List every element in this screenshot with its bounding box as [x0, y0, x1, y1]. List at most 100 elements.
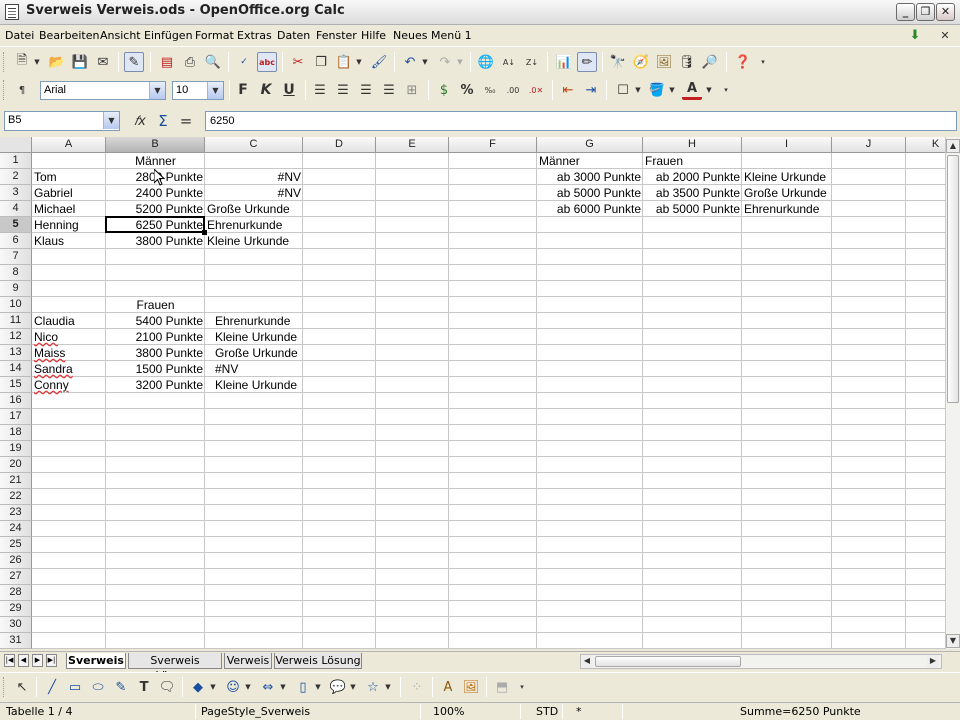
new-dropdown-icon[interactable]: ▼ [33, 52, 41, 72]
cell-g4[interactable]: ab 6000 Punkte [537, 201, 643, 217]
extrusion-icon[interactable]: ⬒ [492, 677, 512, 697]
cell-c11[interactable]: Ehrenurkunde [205, 313, 303, 329]
symbol-shapes-dropdown-icon[interactable]: ▼ [244, 677, 252, 697]
spreadsheet-grid[interactable]: A B C D E F G H I J K 1 2 3 4 5 6 7 8 9 10 11 12 13 14 15 16 17 18 19… [0, 137, 945, 649]
cell-c15[interactable]: Kleine Urkunde [205, 377, 303, 393]
close-button[interactable]: ✕ [936, 3, 955, 21]
chevron-down-icon[interactable]: ▼ [149, 82, 165, 99]
column-header-k[interactable]: K [906, 137, 945, 153]
fontwork-icon[interactable]: A [438, 677, 458, 697]
borders-icon[interactable]: ☐ [613, 80, 633, 100]
row-header-12[interactable]: 12 [0, 329, 32, 345]
scroll-down-icon[interactable]: ▼ [946, 634, 960, 648]
cell-g2[interactable]: ab 3000 Punkte [537, 169, 643, 185]
callouts-icon[interactable]: 💬 [328, 677, 348, 697]
row-header-30[interactable]: 30 [0, 617, 32, 633]
background-dropdown-icon[interactable]: ▼ [668, 80, 676, 100]
row-header-7[interactable]: 7 [0, 249, 32, 265]
menu-neues-menu[interactable]: Neues Menü 1 [393, 29, 472, 42]
row-header-14[interactable]: 14 [0, 361, 32, 377]
export-pdf-icon[interactable]: ▤ [157, 52, 177, 72]
copy-icon[interactable]: ❐ [311, 52, 331, 72]
cell-a5[interactable]: Henning [32, 217, 106, 233]
column-header-j[interactable]: J [832, 137, 906, 153]
new-document-icon[interactable]: 🗎 [12, 52, 32, 72]
row-header-16[interactable]: 16 [0, 393, 32, 409]
row-header-5[interactable]: 5 [0, 217, 32, 233]
find-replace-icon[interactable]: 🔭 [608, 52, 628, 72]
increase-indent-icon[interactable]: ⇥ [581, 80, 601, 100]
cell-a14[interactable]: Sandra [32, 361, 106, 377]
font-size-combo[interactable]: 10 ▼ [172, 81, 224, 100]
row-header-8[interactable]: 8 [0, 265, 32, 281]
cell-c5[interactable]: Ehrenurkunde [205, 217, 303, 233]
menu-extras[interactable]: Extras [237, 29, 272, 42]
fill-handle[interactable] [202, 230, 207, 235]
cell-c12[interactable]: Kleine Urkunde [205, 329, 303, 345]
flowchart-icon[interactable]: ▯ [293, 677, 313, 697]
basic-shapes-icon[interactable]: ◆ [188, 677, 208, 697]
row-header-26[interactable]: 26 [0, 553, 32, 569]
background-color-icon[interactable]: 🪣 [647, 80, 667, 100]
cell-b4[interactable]: 5200 Punkte [106, 201, 205, 217]
cell-h2[interactable]: ab 2000 Punkte [643, 169, 742, 185]
add-decimal-icon[interactable]: .00 [503, 80, 523, 100]
rectangle-tool-icon[interactable]: ▭ [65, 677, 85, 697]
row-header-22[interactable]: 22 [0, 489, 32, 505]
basic-shapes-dropdown-icon[interactable]: ▼ [209, 677, 217, 697]
toolbar-options-icon[interactable]: ▾ [518, 677, 526, 697]
currency-format-icon[interactable]: $ [434, 80, 454, 100]
row-header-11[interactable]: 11 [0, 313, 32, 329]
show-draw-functions-icon[interactable]: ✏ [577, 52, 597, 72]
cell-b14[interactable]: 1500 Punkte [106, 361, 205, 377]
cell-g1[interactable]: Männer [537, 153, 643, 169]
toolbar-options-icon[interactable]: ▾ [722, 80, 730, 100]
help-icon[interactable]: ❓ [733, 52, 753, 72]
undo-dropdown-icon[interactable]: ▼ [421, 52, 429, 72]
menu-datei[interactable]: Datei [5, 29, 34, 42]
cell-a12[interactable]: Nico [32, 329, 106, 345]
percent-format-icon[interactable]: % [457, 80, 477, 100]
cell-h1[interactable]: Frauen [643, 153, 742, 169]
row-header-23[interactable]: 23 [0, 505, 32, 521]
row-header-17[interactable]: 17 [0, 409, 32, 425]
function-equals-icon[interactable]: = [176, 111, 196, 131]
cell-b11[interactable]: 5400 Punkte [106, 313, 205, 329]
scroll-left-icon[interactable]: ◀ [581, 655, 593, 668]
menu-fenster[interactable]: Fenster [316, 29, 357, 42]
stars-dropdown-icon[interactable]: ▼ [384, 677, 392, 697]
flowchart-dropdown-icon[interactable]: ▼ [314, 677, 322, 697]
text-tool-icon[interactable]: T [134, 677, 154, 697]
vertical-scroll-thumb[interactable] [947, 155, 959, 403]
row-header-21[interactable]: 21 [0, 473, 32, 489]
column-header-b[interactable]: B [106, 137, 205, 153]
row-header-4[interactable]: 4 [0, 201, 32, 217]
save-icon[interactable]: 💾 [70, 52, 90, 72]
row-header-6[interactable]: 6 [0, 233, 32, 249]
cell-c2[interactable]: #NV [205, 169, 303, 185]
column-header-f[interactable]: F [449, 137, 537, 153]
cell-h3[interactable]: ab 3500 Punkte [643, 185, 742, 201]
column-header-i[interactable]: I [742, 137, 832, 153]
cell-i2[interactable]: Kleine Urkunde [742, 169, 832, 185]
horizontal-scrollbar[interactable]: ◀ ▶ [580, 654, 942, 669]
cell-g3[interactable]: ab 5000 Punkte [537, 185, 643, 201]
name-box[interactable]: B5 ▼ [4, 111, 120, 131]
select-pointer-icon[interactable]: ↖ [12, 677, 32, 697]
tab-sverweis-loesung[interactable]: Sverweis Lösung [128, 653, 222, 682]
row-header-28[interactable]: 28 [0, 585, 32, 601]
cell-a11[interactable]: Claudia [32, 313, 106, 329]
sum-icon[interactable]: Σ [153, 111, 173, 131]
cell-b10[interactable]: Frauen [106, 297, 205, 313]
font-color-dropdown-icon[interactable]: ▼ [705, 80, 713, 100]
chart-icon[interactable]: 📊 [554, 52, 574, 72]
paste-dropdown-icon[interactable]: ▼ [355, 52, 363, 72]
cell-h4[interactable]: ab 5000 Punkte [643, 201, 742, 217]
row-header-20[interactable]: 20 [0, 457, 32, 473]
block-arrows-dropdown-icon[interactable]: ▼ [279, 677, 287, 697]
cut-icon[interactable]: ✂ [288, 52, 308, 72]
row-header-31[interactable]: 31 [0, 633, 32, 649]
sort-descending-icon[interactable]: Z↓ [522, 52, 542, 72]
callout-tool-icon[interactable]: 🗨 [157, 677, 177, 697]
auto-spellcheck-icon[interactable]: abc [257, 52, 277, 72]
